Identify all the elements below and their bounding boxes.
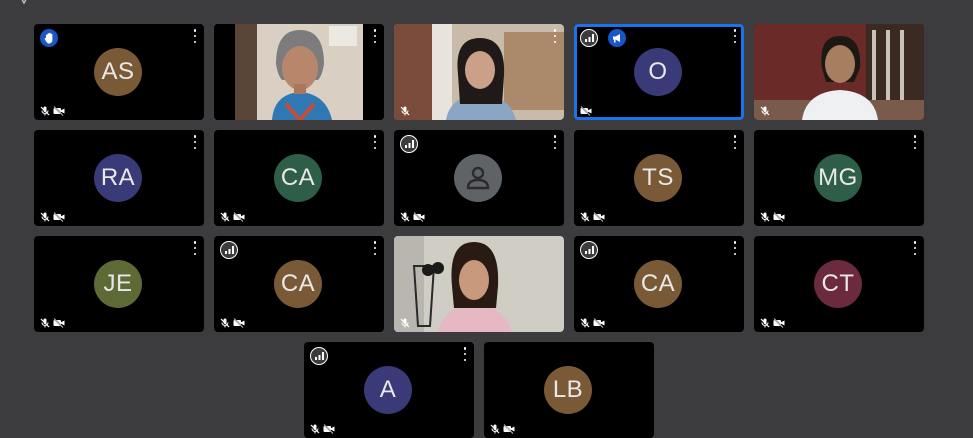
more-vert-icon[interactable] xyxy=(912,135,918,149)
participant-video-tile[interactable] xyxy=(394,236,564,332)
hand-raised-icon xyxy=(40,29,58,47)
participant-tile[interactable]: CA xyxy=(214,130,384,226)
mic-off-icon xyxy=(40,212,50,222)
participant-video xyxy=(394,236,564,332)
more-vert-icon[interactable] xyxy=(912,241,918,255)
generic-person-avatar xyxy=(454,154,502,202)
signal-icon xyxy=(580,241,598,259)
mic-off-icon xyxy=(400,318,410,328)
camera-off-icon xyxy=(773,318,785,328)
camera-off-icon xyxy=(593,212,605,222)
participant-video-tile[interactable] xyxy=(394,24,564,120)
participant-tile[interactable]: RA xyxy=(34,130,204,226)
camera-off-icon xyxy=(53,106,65,116)
participant-avatar: CA xyxy=(274,260,322,308)
participant-tile[interactable]: LB xyxy=(484,342,654,438)
mic-off-icon xyxy=(580,318,590,328)
participant-tile-active-speaker[interactable]: O xyxy=(574,24,744,120)
camera-off-icon xyxy=(233,212,245,222)
more-vert-icon[interactable] xyxy=(192,29,198,43)
participant-avatar: JE xyxy=(94,260,142,308)
more-vert-icon[interactable] xyxy=(192,241,198,255)
participant-tile[interactable]: MG xyxy=(754,130,924,226)
signal-icon xyxy=(220,241,238,259)
participant-avatar: O xyxy=(634,48,682,96)
participant-avatar: CA xyxy=(274,154,322,202)
mic-off-icon xyxy=(760,212,770,222)
participant-video-tile[interactable] xyxy=(214,24,384,120)
participant-tile[interactable]: CA xyxy=(214,236,384,332)
participant-tile[interactable]: JE xyxy=(34,236,204,332)
mic-off-icon xyxy=(760,318,770,328)
signal-icon xyxy=(580,29,598,47)
participant-tile[interactable]: CA xyxy=(574,236,744,332)
participant-avatar: CA xyxy=(634,260,682,308)
participant-video xyxy=(214,24,384,120)
mic-off-icon xyxy=(220,212,230,222)
mic-off-icon xyxy=(400,106,410,116)
signal-icon xyxy=(310,347,328,365)
participant-avatar: A xyxy=(364,366,412,414)
participant-avatar: AS xyxy=(94,48,142,96)
participant-video-tile[interactable] xyxy=(754,24,924,120)
more-vert-icon[interactable] xyxy=(372,135,378,149)
mic-off-icon xyxy=(40,106,50,116)
more-vert-icon[interactable] xyxy=(552,29,558,43)
camera-off-icon xyxy=(53,318,65,328)
more-vert-icon[interactable] xyxy=(732,135,738,149)
mic-off-icon xyxy=(400,212,410,222)
signal-icon xyxy=(400,135,418,153)
participant-avatar: RA xyxy=(94,154,142,202)
participant-tile[interactable]: TS xyxy=(574,130,744,226)
camera-off-icon xyxy=(413,212,425,222)
camera-off-icon xyxy=(233,318,245,328)
participant-tile[interactable] xyxy=(394,130,564,226)
participant-video xyxy=(754,24,924,120)
camera-off-icon xyxy=(53,212,65,222)
chevron-down-icon[interactable] xyxy=(18,0,30,6)
camera-off-icon xyxy=(580,106,592,116)
participant-avatar: MG xyxy=(814,154,862,202)
more-vert-icon[interactable] xyxy=(372,241,378,255)
person-icon xyxy=(466,166,490,190)
mic-off-icon xyxy=(220,318,230,328)
more-vert-icon[interactable] xyxy=(552,135,558,149)
more-vert-icon[interactable] xyxy=(732,241,738,255)
mic-off-icon xyxy=(580,212,590,222)
participant-avatar: LB xyxy=(544,366,592,414)
mic-off-icon xyxy=(760,106,770,116)
camera-off-icon xyxy=(593,318,605,328)
more-vert-icon[interactable] xyxy=(372,29,378,43)
more-vert-icon[interactable] xyxy=(192,135,198,149)
participant-tile[interactable]: AS xyxy=(34,24,204,120)
more-vert-icon[interactable] xyxy=(462,347,468,361)
mic-off-icon xyxy=(40,318,50,328)
camera-off-icon xyxy=(773,212,785,222)
participant-tile[interactable]: A xyxy=(304,342,474,438)
participant-video xyxy=(394,24,564,120)
presenting-icon xyxy=(608,29,626,47)
more-vert-icon[interactable] xyxy=(732,29,738,43)
participant-tile[interactable]: CT xyxy=(754,236,924,332)
participant-avatar: CT xyxy=(814,260,862,308)
participant-avatar: TS xyxy=(634,154,682,202)
